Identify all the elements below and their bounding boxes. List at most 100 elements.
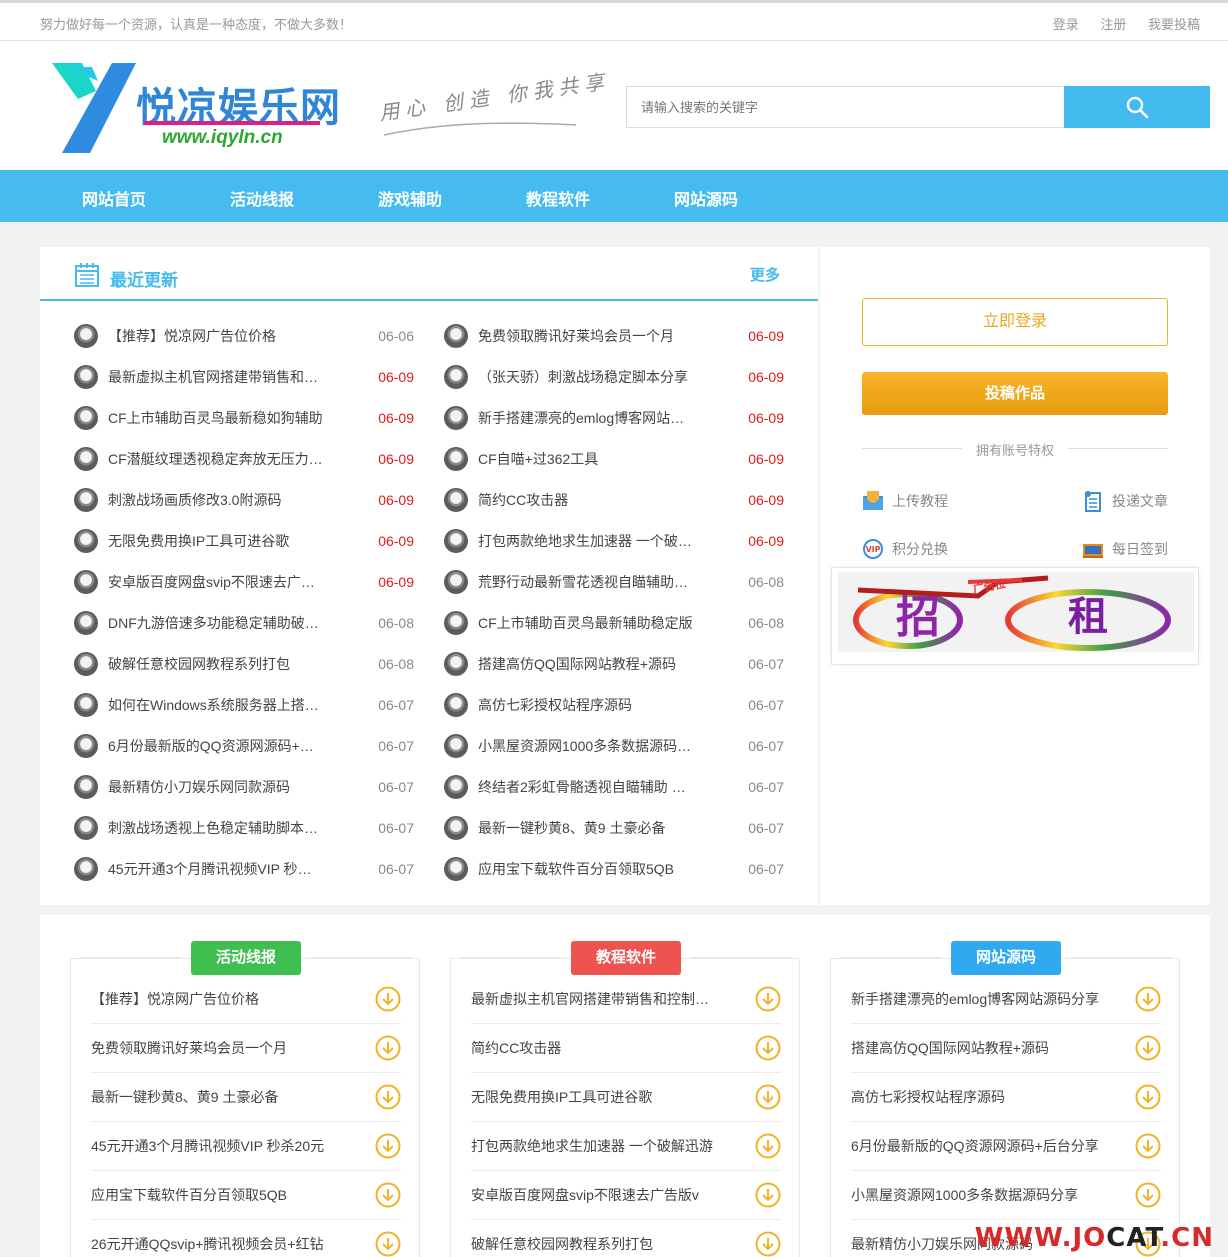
list-item[interactable]: 【推荐】悦凉网广告位价格: [91, 975, 401, 1024]
list-item-title[interactable]: 安卓版百度网盘svip不限速去广告版v: [471, 1185, 721, 1205]
list-item-title[interactable]: 6月份最新版的QQ资源网源码+后台分享: [851, 1136, 1101, 1156]
download-icon[interactable]: [1135, 1133, 1161, 1164]
download-icon[interactable]: [755, 986, 781, 1017]
list-item-title[interactable]: 最新虚拟主机官网搭建带销售和控制面板: [471, 989, 721, 1009]
submit-work-button[interactable]: 投稿作品: [862, 372, 1168, 415]
download-icon[interactable]: [375, 1084, 401, 1115]
category-tag[interactable]: 网站源码: [951, 941, 1061, 975]
recent-item[interactable]: 打包两款绝地求生加速器 一个破解迅游 06-09: [444, 528, 784, 554]
download-icon[interactable]: [1135, 986, 1161, 1017]
download-icon[interactable]: [755, 1084, 781, 1115]
recent-item[interactable]: CF自喵+过362工具 06-09: [444, 446, 784, 472]
recent-item[interactable]: （张天骄）刺激战场稳定脚本分享 06-09: [444, 364, 784, 390]
recent-item[interactable]: 最新一键秒黄8、黄9 土豪必备 06-07: [444, 815, 784, 841]
login-link[interactable]: 登录: [1053, 17, 1079, 32]
list-item-title[interactable]: 26元开通QQsvip+腾讯视频会员+红钻: [91, 1234, 341, 1254]
recent-item[interactable]: 安卓版百度网盘svip不限速去广告版 06-09: [74, 569, 414, 595]
recent-item-title[interactable]: 荒野行动最新雪花透视自瞄辅助脚本: [478, 572, 694, 592]
recent-item-title[interactable]: 6月份最新版的QQ资源网源码+后台: [108, 736, 324, 756]
recent-item-title[interactable]: 新手搭建漂亮的emlog博客网站源码: [478, 408, 694, 428]
recent-item[interactable]: 简约CC攻击器 06-09: [444, 487, 784, 513]
recent-item-title[interactable]: 45元开通3个月腾讯视频VIP 秒杀20元: [108, 859, 324, 879]
recent-item-title[interactable]: 小黑屋资源网1000多条数据源码分享: [478, 736, 694, 756]
download-icon[interactable]: [755, 1231, 781, 1257]
list-item-title[interactable]: 小黑屋资源网1000多条数据源码分享: [851, 1185, 1101, 1205]
list-item-title[interactable]: 搭建高仿QQ国际网站教程+源码: [851, 1038, 1101, 1058]
recent-item[interactable]: 终结者2彩虹骨骼透视自瞄辅助 稳定 06-07: [444, 774, 784, 800]
list-item[interactable]: 应用宝下载软件百分百领取5QB: [91, 1171, 401, 1220]
recent-item[interactable]: 【推荐】悦凉网广告位价格 06-06: [74, 323, 414, 349]
list-item-title[interactable]: 应用宝下载软件百分百领取5QB: [91, 1185, 341, 1205]
download-icon[interactable]: [755, 1133, 781, 1164]
download-icon[interactable]: [375, 1231, 401, 1257]
download-icon[interactable]: [755, 1035, 781, 1066]
more-link[interactable]: 更多: [750, 264, 780, 285]
recent-item-title[interactable]: 打包两款绝地求生加速器 一个破解迅游: [478, 531, 694, 551]
list-item-title[interactable]: 新手搭建漂亮的emlog博客网站源码分享: [851, 989, 1101, 1009]
recent-item[interactable]: CF潜艇纹理透视稳定奔放无压力辅助 06-09: [74, 446, 414, 472]
recent-item[interactable]: 刺激战场画质修改3.0附源码 06-09: [74, 487, 414, 513]
recent-item[interactable]: 小黑屋资源网1000多条数据源码分享 06-07: [444, 733, 784, 759]
list-item[interactable]: 简约CC攻击器: [471, 1024, 781, 1073]
recent-item-title[interactable]: 简约CC攻击器: [478, 490, 694, 510]
list-item[interactable]: 最新一键秒黄8、黄9 土豪必备: [91, 1073, 401, 1122]
list-item[interactable]: 无限免费用换IP工具可进谷歌: [471, 1073, 781, 1122]
list-item-title[interactable]: 【推荐】悦凉网广告位价格: [91, 989, 341, 1009]
download-icon[interactable]: [1135, 1035, 1161, 1066]
list-item[interactable]: 打包两款绝地求生加速器 一个破解迅游: [471, 1122, 781, 1171]
nav-item-game-assist[interactable]: 游戏辅助: [378, 186, 442, 210]
recent-item-title[interactable]: 最新虚拟主机官网搭建带销售和控制面板: [108, 367, 324, 387]
list-item-title[interactable]: 破解任意校园网教程系列打包: [471, 1234, 721, 1254]
recent-item-title[interactable]: 最新精仿小刀娱乐网同款源码: [108, 777, 324, 797]
list-item-title[interactable]: 简约CC攻击器: [471, 1038, 721, 1058]
category-tag[interactable]: 活动线报: [191, 941, 301, 975]
recent-item[interactable]: 破解任意校园网教程系列打包 06-08: [74, 651, 414, 677]
list-item[interactable]: 新手搭建漂亮的emlog博客网站源码分享: [851, 975, 1161, 1024]
download-icon[interactable]: [375, 986, 401, 1017]
recent-item-title[interactable]: DNF九游倍速多功能稳定辅助破解版: [108, 613, 324, 633]
recent-item[interactable]: CF上市辅助百灵鸟最新辅助稳定版 06-08: [444, 610, 784, 636]
download-icon[interactable]: [375, 1182, 401, 1213]
nav-item-home[interactable]: 网站首页: [82, 186, 146, 210]
recent-item-title[interactable]: CF自喵+过362工具: [478, 449, 694, 469]
recent-item[interactable]: 最新精仿小刀娱乐网同款源码 06-07: [74, 774, 414, 800]
recent-item-title[interactable]: CF潜艇纹理透视稳定奔放无压力辅助: [108, 449, 324, 469]
recent-item-title[interactable]: 【推荐】悦凉网广告位价格: [108, 326, 324, 346]
recent-item-title[interactable]: 搭建高仿QQ国际网站教程+源码: [478, 654, 694, 674]
list-item[interactable]: 高仿七彩授权站程序源码: [851, 1073, 1161, 1122]
download-icon[interactable]: [375, 1035, 401, 1066]
nav-item-activity[interactable]: 活动线报: [230, 186, 294, 210]
recent-item-title[interactable]: 免费领取腾讯好莱坞会员一个月: [478, 326, 694, 346]
feature-upload-tutorial[interactable]: 上传教程: [862, 490, 948, 512]
login-now-button[interactable]: 立即登录: [862, 298, 1168, 346]
recent-item[interactable]: 荒野行动最新雪花透视自瞄辅助脚本 06-08: [444, 569, 784, 595]
recent-item[interactable]: 搭建高仿QQ国际网站教程+源码 06-07: [444, 651, 784, 677]
recent-item[interactable]: 无限免费用换IP工具可进谷歌 06-09: [74, 528, 414, 554]
recent-item-title[interactable]: 如何在Windows系统服务器上搭建网站: [108, 695, 324, 715]
feature-points-exchange[interactable]: VIP 积分兑换: [862, 538, 948, 560]
feature-daily-checkin[interactable]: 每日签到: [1082, 538, 1168, 560]
category-tag[interactable]: 教程软件: [571, 941, 681, 975]
submit-article-link[interactable]: 我要投稿: [1148, 17, 1200, 32]
recent-item-title[interactable]: 终结者2彩虹骨骼透视自瞄辅助 稳定: [478, 777, 694, 797]
recent-item-title[interactable]: 最新一键秒黄8、黄9 土豪必备: [478, 818, 694, 838]
list-item[interactable]: 45元开通3个月腾讯视频VIP 秒杀20元: [91, 1122, 401, 1171]
recent-item-title[interactable]: 应用宝下载软件百分百领取5QB: [478, 859, 694, 879]
search-input[interactable]: [626, 86, 1064, 128]
list-item[interactable]: 小黑屋资源网1000多条数据源码分享: [851, 1171, 1161, 1220]
list-item[interactable]: 6月份最新版的QQ资源网源码+后台分享: [851, 1122, 1161, 1171]
list-item[interactable]: 搭建高仿QQ国际网站教程+源码: [851, 1024, 1161, 1073]
list-item-title[interactable]: 高仿七彩授权站程序源码: [851, 1087, 1101, 1107]
list-item-title[interactable]: 打包两款绝地求生加速器 一个破解迅游: [471, 1136, 721, 1156]
recent-item-title[interactable]: 破解任意校园网教程系列打包: [108, 654, 324, 674]
recent-item[interactable]: 新手搭建漂亮的emlog博客网站源码 06-09: [444, 405, 784, 431]
search-button[interactable]: [1064, 86, 1210, 128]
recent-item[interactable]: 45元开通3个月腾讯视频VIP 秒杀20元 06-07: [74, 856, 414, 882]
recent-item[interactable]: 应用宝下载软件百分百领取5QB 06-07: [444, 856, 784, 882]
list-item[interactable]: 安卓版百度网盘svip不限速去广告版v: [471, 1171, 781, 1220]
recent-item-title[interactable]: （张天骄）刺激战场稳定脚本分享: [478, 367, 694, 387]
recent-item[interactable]: CF上市辅助百灵鸟最新稳如狗辅助 06-09: [74, 405, 414, 431]
download-icon[interactable]: [1135, 1182, 1161, 1213]
download-icon[interactable]: [1135, 1084, 1161, 1115]
recent-item[interactable]: 6月份最新版的QQ资源网源码+后台 06-07: [74, 733, 414, 759]
